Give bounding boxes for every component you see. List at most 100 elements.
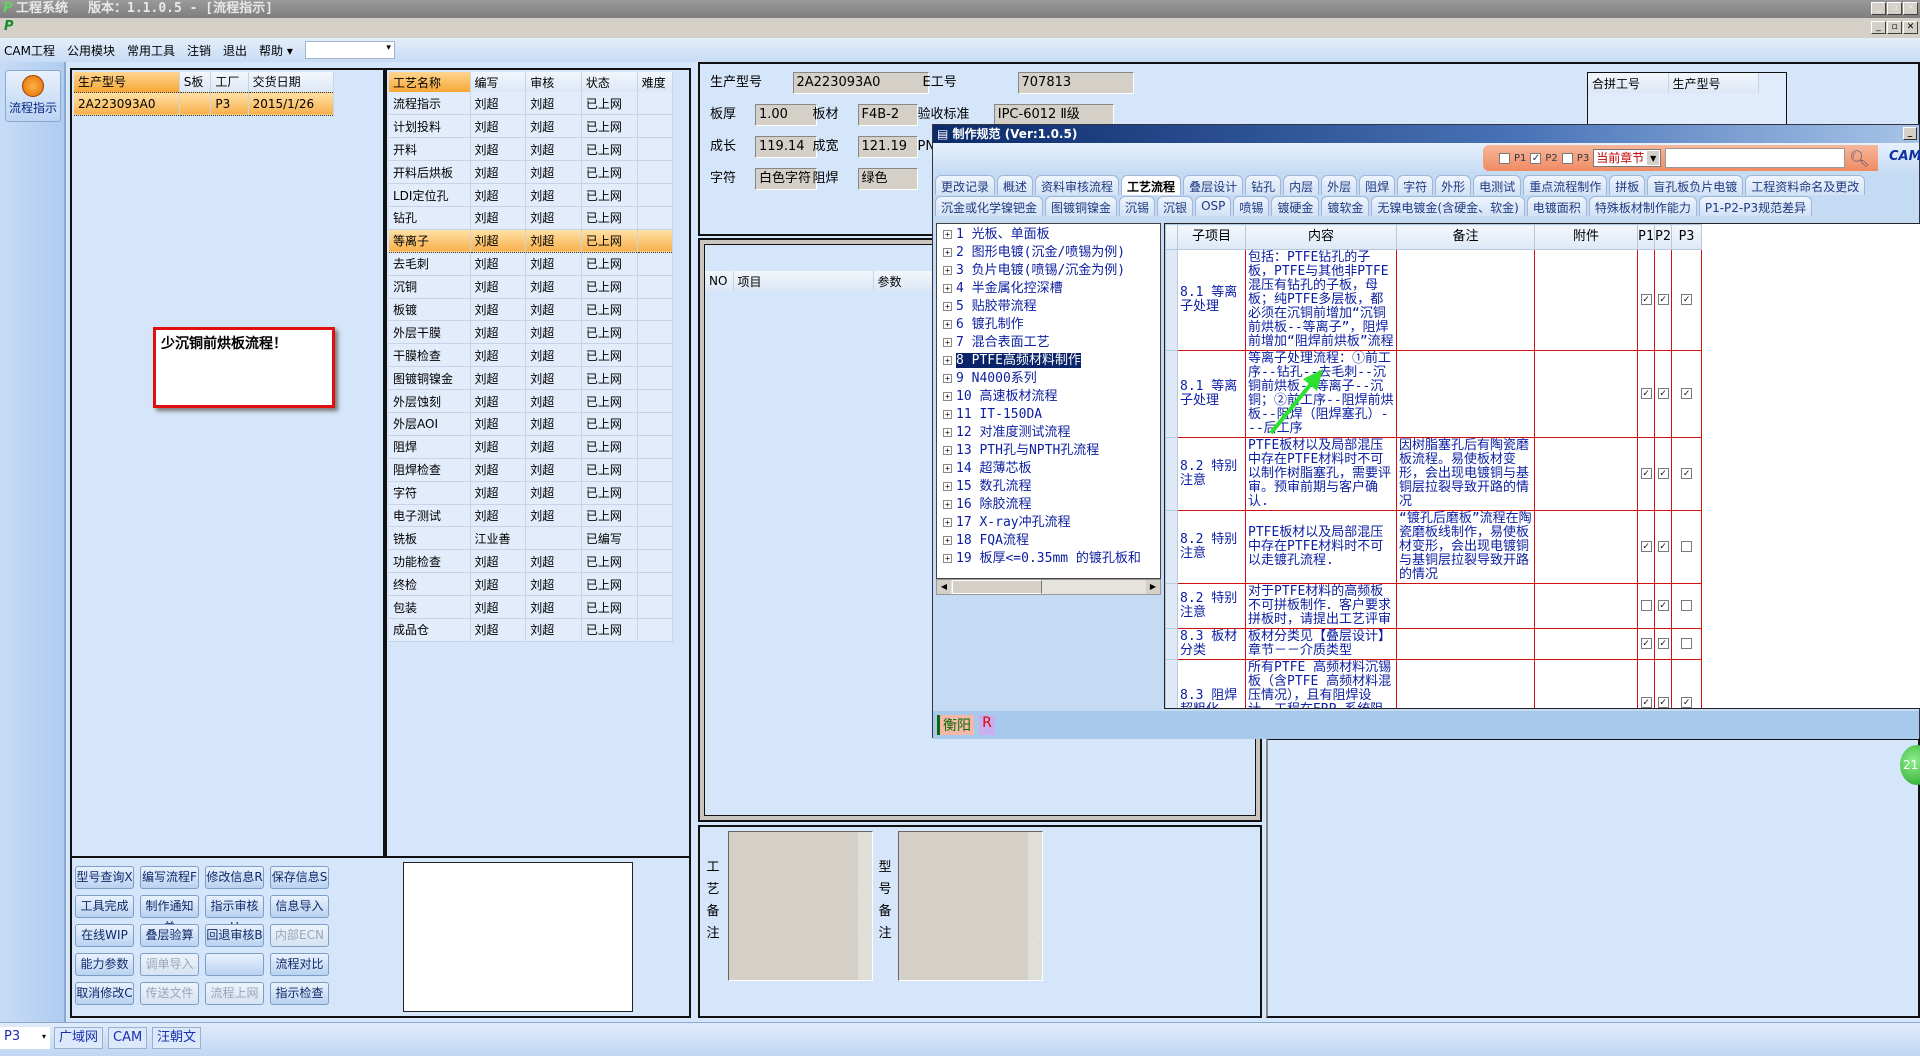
tree-item[interactable]: +19 板厚<=0.35mm 的镀孔板和: [937, 550, 1160, 568]
action-button[interactable]: 传送文件: [140, 982, 199, 1005]
expand-icon[interactable]: +: [943, 482, 952, 491]
process-row[interactable]: 去毛刺 刘超 刘超 已上网: [389, 252, 674, 276]
select-all-corner[interactable]: [1165, 224, 1178, 250]
process-row[interactable]: 等离子 刘超 刘超 已上网: [389, 228, 674, 253]
row-header[interactable]: [1165, 628, 1178, 660]
action-button[interactable]: 修改信息R: [205, 866, 264, 889]
merge-col-job[interactable]: 合拼工号: [1588, 73, 1669, 93]
filter-p2-checkbox[interactable]: ✓: [1530, 152, 1542, 164]
process-row[interactable]: 铣板 江业善 已编写: [389, 526, 674, 551]
tab-内层[interactable]: 内层: [1283, 175, 1320, 195]
dialog-minimize-button[interactable]: _: [1903, 127, 1917, 140]
action-button[interactable]: 工具完成: [75, 895, 134, 918]
site-label[interactable]: 衡阳: [937, 715, 974, 735]
process-col-header[interactable]: 难度: [637, 72, 674, 92]
tab-盲孔板负片电镀[interactable]: 盲孔板负片电镀: [1647, 175, 1744, 195]
merge-col-model[interactable]: 生产型号: [1668, 73, 1759, 93]
tab-沉金或化学镍钯金[interactable]: 沉金或化学镍钯金: [935, 196, 1044, 216]
tab-沉银[interactable]: 沉银: [1157, 196, 1194, 216]
action-button[interactable]: 流程对比: [270, 953, 329, 976]
p3-checkbox[interactable]: ✓: [1681, 697, 1692, 708]
expand-icon[interactable]: +: [943, 338, 952, 347]
row-header[interactable]: [1165, 437, 1178, 511]
p3-checkbox[interactable]: ✓: [1681, 294, 1692, 305]
action-button[interactable]: 编写流程F: [140, 866, 199, 889]
process-row[interactable]: 字符 刘超 刘超 已上网: [389, 481, 674, 505]
scroll-left-icon[interactable]: ◀: [937, 580, 951, 594]
action-button[interactable]: 内部ECN: [270, 924, 329, 947]
tree-horizontal-scrollbar[interactable]: ◀ ▶: [936, 579, 1161, 595]
action-button[interactable]: 流程上网: [205, 982, 264, 1005]
expand-icon[interactable]: +: [943, 320, 952, 329]
tab-OSP[interactable]: OSP: [1195, 196, 1232, 216]
process-row[interactable]: 阻焊 刘超 刘超 已上网: [389, 435, 674, 459]
spec-attach-cell[interactable]: [1534, 510, 1638, 584]
spec-row[interactable]: 8.1 等离子处理 等离子处理流程：①前工序--钻孔--去毛刺--沉铜前烘板--等…: [1165, 350, 1702, 438]
spec-attach-cell[interactable]: [1534, 583, 1638, 629]
tree-item[interactable]: +14 超薄芯板: [937, 460, 1160, 478]
tree-item[interactable]: +3 负片电镀(喷锡/沉金为例): [937, 262, 1160, 280]
process-row[interactable]: 开料 刘超 刘超 已上网: [389, 137, 674, 162]
expand-icon[interactable]: +: [943, 554, 952, 563]
expand-icon[interactable]: +: [943, 464, 952, 473]
chevron-down-icon[interactable]: ▼: [1647, 151, 1660, 165]
process-row[interactable]: 开料后烘板 刘超 刘超 已上网: [389, 160, 674, 185]
process-row[interactable]: 功能检查 刘超 刘超 已上网: [389, 549, 674, 574]
tab-无镍电镀金(含硬金、软金)[interactable]: 无镍电镀金(含硬金、软金): [1371, 196, 1525, 216]
tab-P1-P2-P3规范差异[interactable]: P1-P2-P3规范差异: [1698, 196, 1813, 216]
expand-icon[interactable]: +: [943, 356, 952, 365]
p1-checkbox[interactable]: ✓: [1640, 638, 1652, 649]
expand-icon[interactable]: +: [943, 374, 952, 383]
spec-col-header[interactable]: P3: [1671, 224, 1702, 250]
tab-资料审核流程[interactable]: 资料审核流程: [1035, 175, 1120, 195]
search-input[interactable]: [1665, 148, 1846, 168]
spec-col-header[interactable]: 子项目: [1177, 224, 1246, 250]
spec-row[interactable]: 8.2 特别注意 PTFE板材以及局部混压中存在PTFE材料时不可以制作树脂塞孔，…: [1165, 437, 1702, 511]
process-row[interactable]: 图镀铜镍金 刘超 刘超 已上网: [389, 366, 674, 391]
menu-exit[interactable]: 退出: [223, 42, 247, 59]
p1-checkbox[interactable]: ✓: [1640, 294, 1652, 305]
action-button[interactable]: 能力参数: [75, 953, 134, 976]
action-button[interactable]: 保存信息S: [270, 866, 329, 889]
p3-checkbox[interactable]: [1681, 638, 1692, 649]
row-header[interactable]: [1165, 659, 1178, 708]
process-row[interactable]: 成品仓 刘超 刘超 已上网: [389, 618, 674, 642]
filter-p1-checkbox[interactable]: [1499, 152, 1510, 164]
expand-icon[interactable]: +: [943, 302, 952, 311]
tab-重点流程制作[interactable]: 重点流程制作: [1523, 175, 1608, 195]
tree-item[interactable]: +7 混合表面工艺: [937, 334, 1160, 352]
action-button[interactable]: 在线WIP: [75, 924, 134, 947]
p3-checkbox[interactable]: [1681, 541, 1692, 552]
process-row[interactable]: 包装 刘超 刘超 已上网: [389, 595, 674, 619]
tab-钻孔[interactable]: 钻孔: [1245, 175, 1282, 195]
tab-叠层设计[interactable]: 叠层设计: [1183, 175, 1244, 195]
tree-item[interactable]: +5 贴胶带流程: [937, 298, 1160, 316]
tab-外形[interactable]: 外形: [1435, 175, 1472, 195]
p3-checkbox[interactable]: ✓: [1681, 468, 1692, 479]
process-row[interactable]: 终检 刘超 刘超 已上网: [389, 572, 674, 597]
plant-select[interactable]: P3 ▾: [0, 1027, 50, 1049]
tab-图镀铜镍金[interactable]: 图镀铜镍金: [1045, 196, 1118, 216]
params-col-item[interactable]: 项目: [733, 271, 874, 291]
process-row[interactable]: 干膜检查 刘超 刘超 已上网: [389, 343, 674, 368]
tree-item[interactable]: +4 半金属化控深槽: [937, 280, 1160, 298]
tab-拼板[interactable]: 拼板: [1609, 175, 1646, 195]
p1-checkbox[interactable]: ✓: [1640, 388, 1652, 399]
orders-col-header[interactable]: 交货日期: [248, 72, 335, 92]
mdi-minimize-button[interactable]: _: [1871, 21, 1886, 34]
tree-item[interactable]: +6 镀孔制作: [937, 316, 1160, 334]
process-remark-scrollbar[interactable]: [858, 832, 872, 980]
action-button[interactable]: 信息导入: [270, 895, 329, 918]
orders-row[interactable]: 2A223093A0 P3 2015/1/26: [74, 91, 335, 116]
p2-checkbox[interactable]: ✓: [1657, 638, 1669, 649]
p1-checkbox[interactable]: ✓: [1640, 468, 1652, 479]
spec-row[interactable]: 8.1 等离子处理 包括：PTFE钻孔的子板，PTFE与其他非PTFE混压有钻孔的…: [1165, 249, 1702, 351]
process-row[interactable]: LDI定位孔 刘超 刘超 已上网: [389, 183, 674, 207]
p2-checkbox[interactable]: ✓: [1657, 541, 1669, 552]
p2-checkbox[interactable]: ✓: [1657, 468, 1669, 479]
expand-icon[interactable]: +: [943, 500, 952, 509]
filter-p3-checkbox[interactable]: [1561, 152, 1573, 164]
action-button[interactable]: 制作通知单: [140, 895, 199, 934]
tree-item[interactable]: +17 X-ray冲孔流程: [937, 514, 1160, 532]
menu-combo[interactable]: [304, 41, 395, 59]
